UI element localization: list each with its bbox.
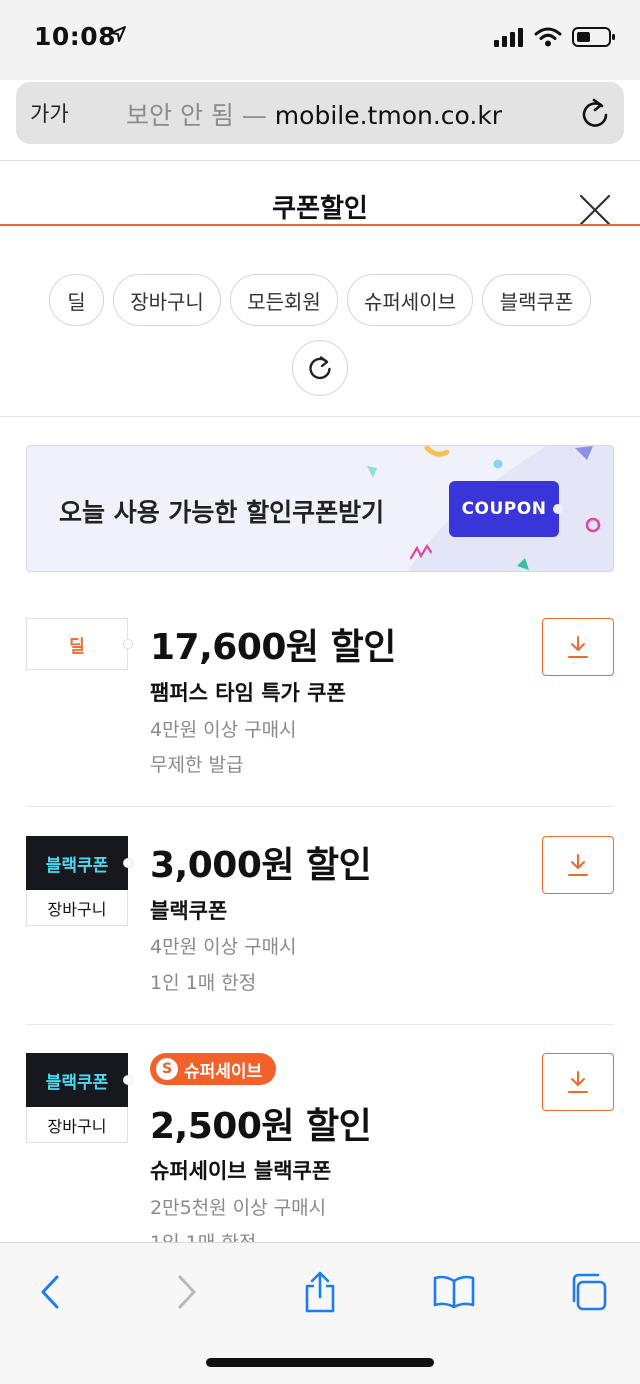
bookmarks-button[interactable] <box>424 1267 484 1317</box>
coupon-thumbnail: 딜 <box>26 618 128 670</box>
coupon-title: 블랙쿠폰 <box>150 899 228 923</box>
page-title: 쿠폰할인 <box>272 194 368 224</box>
thumbnail-cart-label: 장바구니 <box>26 1107 128 1143</box>
download-icon <box>568 854 588 876</box>
filter-chip-all-members[interactable]: 모든회원 <box>230 274 338 326</box>
status-bar: 10:08 <box>0 0 640 80</box>
coupon-title: 팸퍼스 타임 특가 쿠폰 <box>150 681 346 705</box>
insecure-label: 보안 안 됨 — <box>126 101 267 130</box>
item-divider <box>26 806 614 807</box>
coupon-discount: 2,500원 할인 <box>150 1106 372 1147</box>
coupon-limit: 1인 1매 한정 <box>150 972 257 994</box>
location-arrow-icon <box>110 26 126 42</box>
filter-chip-deal[interactable]: 딜 <box>49 274 104 326</box>
coupon-download-button[interactable] <box>542 618 614 676</box>
super-save-badge-label: 슈퍼세이브 <box>184 1061 263 1082</box>
thumbnail-black-label: 블랙쿠폰 <box>26 836 128 890</box>
item-divider <box>26 1024 614 1025</box>
filter-chip-cart[interactable]: 장바구니 <box>113 274 221 326</box>
battery-icon <box>572 27 615 47</box>
thumbnail-notch <box>123 639 133 649</box>
coupon-condition: 4만원 이상 구매시 <box>150 936 297 958</box>
wifi-icon <box>534 27 562 47</box>
address-bar[interactable]: 가가 보안 안 됨 — mobile.tmon.co.kr <box>16 82 624 144</box>
coupon-banner[interactable]: 오늘 사용 가능한 할인쿠폰받기 COUPON <box>26 445 614 572</box>
text-size-button[interactable]: 가가 <box>30 98 69 128</box>
download-icon <box>568 1071 588 1093</box>
close-icon[interactable] <box>578 193 612 227</box>
super-save-badge: S 슈퍼세이브 <box>150 1053 277 1085</box>
coupon-condition: 2만5천원 이상 구매시 <box>150 1197 327 1219</box>
url-domain: mobile.tmon.co.kr <box>274 101 503 130</box>
section-divider <box>0 416 640 417</box>
filter-chip-black-coupon[interactable]: 블랙쿠폰 <box>482 274 591 326</box>
share-button[interactable] <box>290 1267 350 1317</box>
header-accent-line <box>0 224 640 226</box>
forward-button[interactable] <box>157 1267 217 1317</box>
book-icon <box>433 1275 475 1309</box>
back-button[interactable] <box>20 1267 80 1317</box>
coupon-thumbnail: 블랙쿠폰 장바구니 <box>26 1053 128 1143</box>
coupon-download-button[interactable] <box>542 1053 614 1111</box>
banner-text: 오늘 사용 가능한 할인쿠폰받기 <box>59 498 385 527</box>
coupon-title: 슈퍼세이브 블랙쿠폰 <box>150 1159 332 1183</box>
coupon-discount: 3,000원 할인 <box>150 845 372 886</box>
share-icon <box>305 1271 335 1313</box>
coupon-ticket-graphic: COUPON <box>449 481 559 537</box>
coupon-download-button[interactable] <box>542 836 614 894</box>
thumbnail-notch <box>123 858 133 868</box>
super-save-icon: S <box>156 1058 178 1080</box>
status-time: 10:08 <box>34 22 117 51</box>
tabs-button[interactable] <box>558 1267 618 1317</box>
coupon-thumbnail: 블랙쿠폰 장바구니 <box>26 836 128 926</box>
filter-reset-button[interactable] <box>292 340 348 396</box>
thumbnail-cart-label: 장바구니 <box>26 890 128 926</box>
thumbnail-notch <box>123 1075 133 1085</box>
coupon-discount: 17,600원 할인 <box>150 627 396 668</box>
refresh-icon <box>309 356 331 380</box>
coupon-condition: 4만원 이상 구매시 <box>150 719 297 741</box>
download-icon <box>568 636 588 658</box>
home-indicator <box>206 1358 434 1367</box>
coupon-limit: 무제한 발급 <box>150 754 244 776</box>
chevron-left-icon <box>41 1275 59 1309</box>
url-field[interactable]: 보안 안 됨 — mobile.tmon.co.kr <box>126 96 502 132</box>
filter-chip-super-save[interactable]: 슈퍼세이브 <box>347 274 473 326</box>
chevron-right-icon <box>178 1275 196 1309</box>
thumbnail-black-label: 블랙쿠폰 <box>26 1053 128 1107</box>
signal-icon <box>494 28 523 47</box>
coupon-ticket-notch <box>553 504 563 514</box>
tabs-icon <box>572 1273 607 1311</box>
status-indicators <box>494 26 616 48</box>
reload-icon[interactable] <box>580 97 610 129</box>
